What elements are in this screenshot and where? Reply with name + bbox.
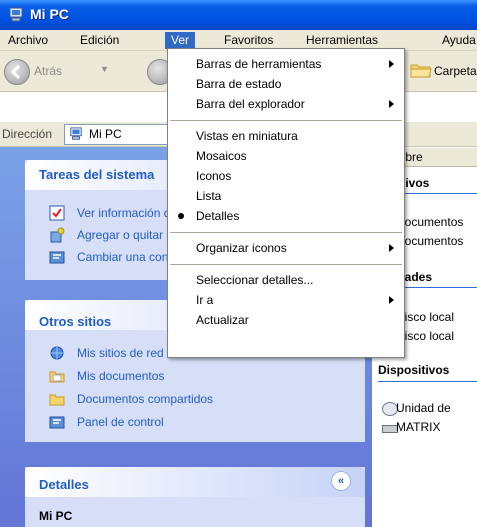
menu-item-choose-details[interactable]: Seleccionar detalles... <box>168 270 404 290</box>
computer-icon <box>9 7 23 22</box>
menu-item-label: Barra de estado <box>196 77 282 91</box>
list-item-label: Unidad de <box>396 401 451 415</box>
menu-ver[interactable]: Ver <box>165 32 196 49</box>
shared-folder-icon <box>49 394 65 406</box>
menu-item-thumbnails[interactable]: Vistas en miniatura <box>168 126 404 146</box>
address-label: Dirección <box>2 127 53 141</box>
menu-edicion[interactable]: Edición <box>74 32 125 49</box>
menu-favoritos[interactable]: Favoritos <box>218 32 279 49</box>
menu-item-icons[interactable]: Iconos <box>168 166 404 186</box>
details-item-name: Mi PC <box>39 509 73 523</box>
menu-item-label: Seleccionar detalles... <box>196 273 314 287</box>
submenu-arrow-icon <box>389 60 394 68</box>
menu-item-toolbars[interactable]: Barras de herramientas <box>168 54 404 74</box>
computer-icon <box>70 127 82 140</box>
panel-title: Tareas del sistema <box>39 167 155 182</box>
menu-separator <box>170 232 402 233</box>
back-label: Atrás <box>34 64 63 78</box>
list-item-label: Documentos <box>396 234 464 248</box>
details-panel: Detalles « Mi PC <box>25 467 365 527</box>
menu-item-label: Lista <box>196 189 222 203</box>
menu-item-explorer-bar[interactable]: Barra del explorador <box>168 94 404 114</box>
control-panel-icon <box>49 251 65 264</box>
place-label: Panel de control <box>77 415 164 429</box>
submenu-arrow-icon <box>389 244 394 252</box>
menu-item-details[interactable]: Detalles <box>168 206 404 226</box>
menu-item-label: Barras de herramientas <box>196 57 322 71</box>
panel-title: Detalles <box>39 477 89 492</box>
menu-item-status-bar[interactable]: Barra de estado <box>168 74 404 94</box>
menu-item-label: Iconos <box>196 169 232 183</box>
network-places-icon <box>50 346 64 360</box>
menu-item-label: Actualizar <box>196 313 249 327</box>
group-title: Dispositivos <box>378 363 450 377</box>
menu-item-refresh[interactable]: Actualizar <box>168 310 404 330</box>
group-divider <box>378 381 477 382</box>
radio-bullet-icon <box>178 213 184 219</box>
my-documents-icon <box>49 371 65 383</box>
panel-title: Otros sitios <box>39 314 112 329</box>
address-value: Mi PC <box>89 127 122 141</box>
system-info-icon <box>49 205 65 221</box>
menu-item-label: Organizar iconos <box>196 241 287 255</box>
add-remove-programs-icon <box>50 227 65 243</box>
place-label: Mis sitios de red <box>77 346 164 360</box>
panel-header[interactable]: Detalles « <box>25 467 365 497</box>
control-panel-icon <box>49 416 65 429</box>
window-title: Mi PC <box>30 6 69 22</box>
menu-item-label: Vistas en miniatura <box>196 129 298 143</box>
submenu-arrow-icon <box>389 296 394 304</box>
view-menu-dropdown: Barras de herramientas Barra de estado B… <box>167 48 405 358</box>
collapse-chevron-icon[interactable]: « <box>331 471 351 491</box>
folders-label: Carpetas <box>434 64 477 78</box>
menu-herramientas[interactable]: Herramientas <box>300 32 384 49</box>
menu-item-tiles[interactable]: Mosaicos <box>168 146 404 166</box>
place-label: Documentos compartidos <box>77 392 214 406</box>
folder-icon <box>410 64 432 78</box>
menu-item-label: Ir a <box>196 293 214 307</box>
back-arrow-icon <box>4 59 30 85</box>
menu-item-arrange-icons[interactable]: Organizar iconos <box>168 238 404 258</box>
menu-item-label: Barra del explorador <box>196 97 305 111</box>
list-item-label: Documentos <box>396 215 464 229</box>
title-bar[interactable]: Mi PC <box>0 0 477 30</box>
menu-item-label: Detalles <box>196 209 240 223</box>
menu-ayuda[interactable]: Ayuda <box>436 32 477 49</box>
menu-item-go-to[interactable]: Ir a <box>168 290 404 310</box>
place-label: Mis documentos <box>77 369 165 383</box>
menu-item-label: Mosaicos <box>196 149 247 163</box>
menu-item-list[interactable]: Lista <box>168 186 404 206</box>
menu-separator <box>170 264 402 265</box>
menu-archivo[interactable]: Archivo <box>2 32 54 49</box>
menu-separator <box>170 120 402 121</box>
folders-button[interactable]: Carpetas <box>410 59 477 85</box>
dropdown-arrow-icon[interactable]: ▼ <box>100 64 109 74</box>
back-button[interactable]: Atrás ▼ <box>4 57 116 85</box>
list-item-label: MATRIX <box>396 420 441 434</box>
submenu-arrow-icon <box>389 100 394 108</box>
